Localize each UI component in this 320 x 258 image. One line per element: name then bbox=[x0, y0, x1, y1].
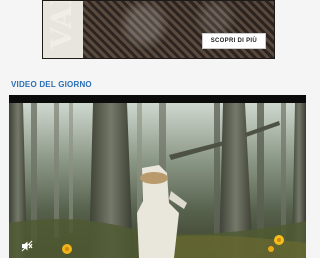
video-frame bbox=[9, 103, 306, 258]
video-player[interactable] bbox=[9, 95, 306, 258]
ad-fabric-image bbox=[73, 1, 274, 58]
ad-banner[interactable]: VAL SCOPRI DI PIÙ bbox=[42, 0, 275, 59]
volume-muted-icon[interactable] bbox=[21, 240, 33, 252]
page: VAL SCOPRI DI PIÙ VIDEO DEL GIORNO bbox=[0, 0, 309, 258]
ad-cta-button[interactable]: SCOPRI DI PIÙ bbox=[201, 33, 266, 49]
section-title: VIDEO DEL GIORNO bbox=[11, 80, 92, 89]
ad-brand-logo: VAL bbox=[45, 0, 78, 49]
